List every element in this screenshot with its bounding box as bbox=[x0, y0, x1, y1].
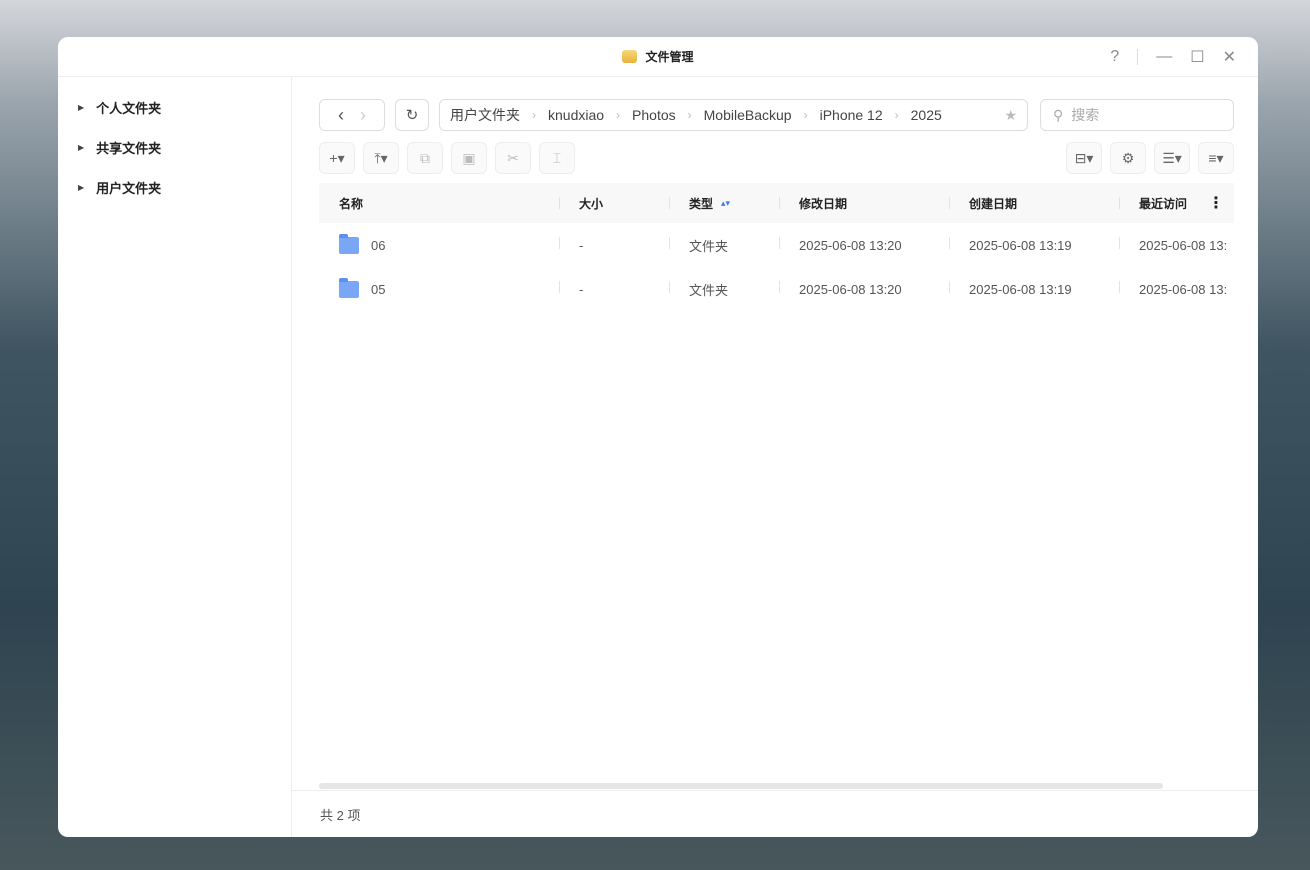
view-mode-button[interactable]: ☰▾ bbox=[1154, 142, 1190, 174]
column-accessed[interactable]: 最近访问 ⋮ bbox=[1119, 183, 1234, 223]
breadcrumb-item[interactable]: knudxiao bbox=[548, 107, 604, 123]
file-type: 文件夹 bbox=[669, 223, 779, 267]
created-date: 2025-06-08 13:19 bbox=[949, 223, 1119, 267]
history-nav: ‹ › bbox=[319, 99, 385, 131]
cut-button[interactable]: ✂ bbox=[495, 142, 531, 174]
sidebar-item-personal[interactable]: ▶ 个人文件夹 bbox=[58, 87, 291, 127]
folder-icon bbox=[339, 277, 359, 298]
item-count: 共 2 项 bbox=[320, 807, 361, 823]
status-bar: 共 2 项 bbox=[292, 790, 1258, 837]
maximize-button[interactable]: ☐ bbox=[1190, 47, 1204, 67]
sort-button[interactable]: ≡▾ bbox=[1198, 142, 1234, 174]
forward-button[interactable]: › bbox=[360, 105, 366, 126]
modified-date: 2025-06-08 13:20 bbox=[779, 223, 949, 267]
column-label: 最近访问 bbox=[1139, 196, 1188, 211]
window-title: 文件管理 bbox=[645, 50, 694, 64]
file-name: 06 bbox=[371, 237, 386, 253]
toolbox-button[interactable]: ⊟▾ bbox=[1066, 142, 1102, 174]
file-size: - bbox=[559, 267, 669, 311]
app-icon bbox=[622, 50, 638, 63]
accessed-date: 2025-06-08 13: bbox=[1119, 223, 1234, 267]
breadcrumb-item[interactable]: 用户文件夹 bbox=[450, 105, 520, 125]
caret-right-icon: ▶ bbox=[78, 142, 85, 152]
breadcrumb-item[interactable]: iPhone 12 bbox=[820, 107, 883, 123]
caret-right-icon: ▶ bbox=[78, 182, 85, 192]
new-button[interactable]: +▾ bbox=[319, 142, 355, 174]
breadcrumb-item[interactable]: Photos bbox=[632, 107, 676, 123]
settings-gear-icon[interactable]: ⚙ bbox=[1110, 142, 1146, 174]
search-placeholder: 搜索 bbox=[1071, 107, 1100, 123]
breadcrumb: 用户文件夹 › knudxiao › Photos › MobileBackup › i… bbox=[439, 99, 1028, 131]
chevron-right-icon: › bbox=[803, 108, 808, 122]
file-manager-window: 文件管理 ? — ☐ ✕ ▶ 个人文件夹 ▶ 共享文件夹 ▶ 用户文件夹 ‹ › ↻ … bbox=[58, 37, 1258, 837]
divider bbox=[1137, 49, 1139, 65]
breadcrumb-item[interactable]: 2025 bbox=[911, 107, 942, 123]
table-row[interactable]: 05 - 文件夹 2025-06-08 13:20 2025-06-08 13:… bbox=[319, 267, 1234, 311]
sidebar-item-users[interactable]: ▶ 用户文件夹 bbox=[58, 167, 291, 207]
created-date: 2025-06-08 13:19 bbox=[949, 267, 1119, 311]
sidebar-item-shared[interactable]: ▶ 共享文件夹 bbox=[58, 127, 291, 167]
column-modified[interactable]: 修改日期 bbox=[779, 183, 949, 223]
file-name: 05 bbox=[371, 281, 386, 297]
upload-button[interactable]: ⤒▾ bbox=[363, 142, 399, 174]
copy-button[interactable]: ⧉ bbox=[407, 142, 443, 174]
paste-button[interactable]: ▣ bbox=[451, 142, 487, 174]
search-input[interactable]: ⚲ 搜索 bbox=[1040, 99, 1234, 131]
more-vertical-icon[interactable]: ⋮ bbox=[1208, 193, 1224, 213]
sidebar-item-label: 共享文件夹 bbox=[96, 140, 162, 156]
favorite-star-icon[interactable]: ★ bbox=[1004, 107, 1017, 124]
rename-button[interactable]: ⌶ bbox=[539, 142, 575, 174]
file-type: 文件夹 bbox=[669, 267, 779, 311]
chevron-right-icon: › bbox=[687, 108, 692, 122]
chevron-right-icon: › bbox=[532, 108, 536, 122]
chevron-right-icon: › bbox=[616, 108, 621, 122]
column-type[interactable]: 类型 ▴▾ bbox=[669, 183, 779, 223]
column-name[interactable]: 名称 bbox=[319, 183, 559, 223]
table-row[interactable]: 06 - 文件夹 2025-06-08 13:20 2025-06-08 13:… bbox=[319, 223, 1234, 267]
back-button[interactable]: ‹ bbox=[338, 105, 344, 126]
sidebar: ▶ 个人文件夹 ▶ 共享文件夹 ▶ 用户文件夹 bbox=[58, 77, 292, 837]
sidebar-item-label: 个人文件夹 bbox=[96, 100, 162, 116]
chevron-right-icon: › bbox=[894, 108, 899, 122]
column-size[interactable]: 大小 bbox=[559, 183, 669, 223]
breadcrumb-item[interactable]: MobileBackup bbox=[704, 107, 792, 123]
minimize-button[interactable]: — bbox=[1156, 48, 1172, 66]
horizontal-scrollbar[interactable] bbox=[319, 783, 1163, 789]
sort-icon: ▴▾ bbox=[721, 197, 731, 208]
refresh-button[interactable]: ↻ bbox=[395, 99, 429, 131]
folder-icon bbox=[339, 233, 359, 254]
column-created[interactable]: 创建日期 bbox=[949, 183, 1119, 223]
sidebar-item-label: 用户文件夹 bbox=[96, 180, 162, 196]
title-bar: 文件管理 ? — ☐ ✕ bbox=[58, 37, 1258, 77]
file-size: - bbox=[559, 223, 669, 267]
search-icon: ⚲ bbox=[1053, 106, 1064, 123]
column-label: 类型 bbox=[689, 196, 714, 211]
table-header: 名称 大小 类型 ▴▾ 修改日期 创建日期 最近访问 ⋮ bbox=[319, 183, 1234, 223]
caret-right-icon: ▶ bbox=[78, 102, 85, 112]
accessed-date: 2025-06-08 13: bbox=[1119, 267, 1234, 311]
close-button[interactable]: ✕ bbox=[1223, 47, 1236, 67]
modified-date: 2025-06-08 13:20 bbox=[779, 267, 949, 311]
help-button[interactable]: ? bbox=[1110, 48, 1119, 66]
